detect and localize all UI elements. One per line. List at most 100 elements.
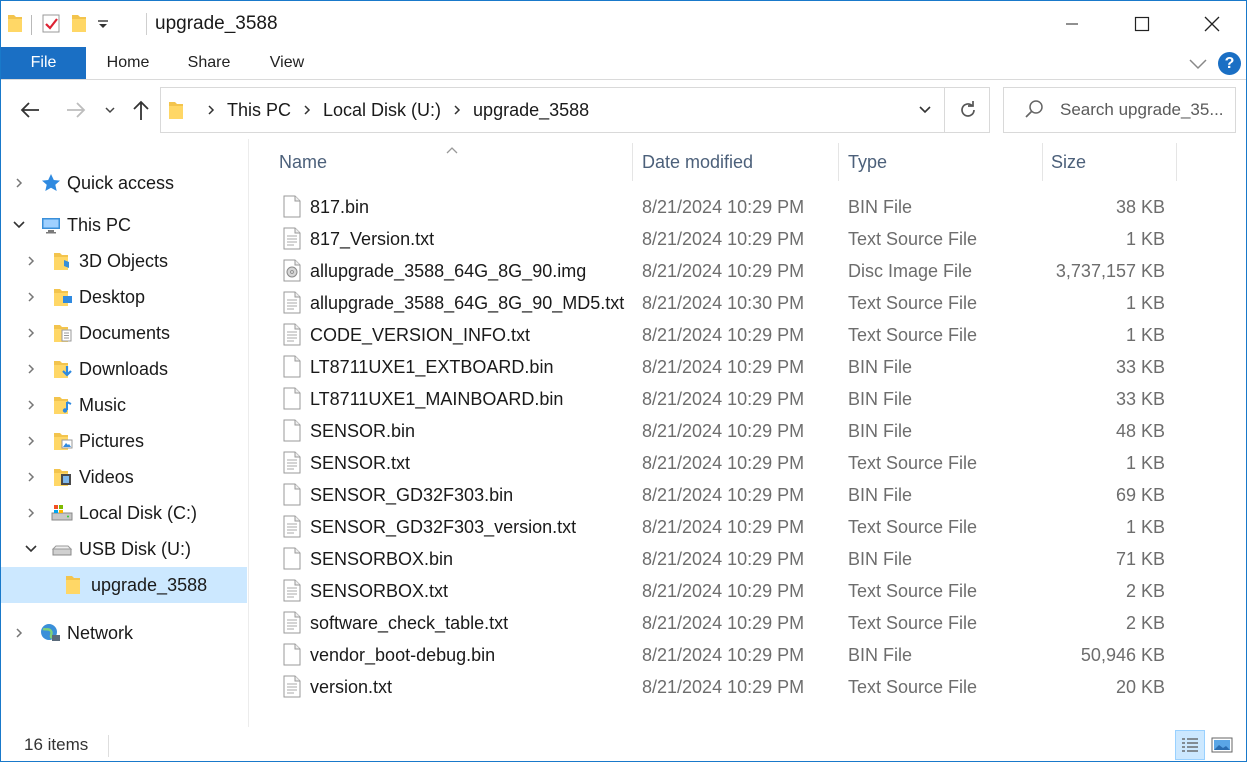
folder-documents-icon — [53, 323, 73, 343]
table-row[interactable]: SENSOR.txt 8/21/2024 10:29 PM Text Source … — [279, 447, 1189, 479]
file-size: 1 KB — [1125, 517, 1165, 537]
bin-file-icon — [283, 643, 301, 666]
toolbar-separator — [31, 15, 32, 35]
breadcrumb-this-pc[interactable]: This PC — [227, 100, 291, 121]
chevron-right-icon[interactable] — [24, 290, 38, 304]
file-size: 33 KB — [1115, 389, 1165, 409]
chevron-right-icon[interactable] — [24, 470, 38, 484]
chevron-right-icon[interactable] — [24, 254, 38, 268]
tab-file[interactable]: File — [1, 47, 86, 79]
expand-ribbon-icon[interactable] — [1188, 55, 1208, 76]
table-row[interactable]: SENSOR_GD32F303.bin 8/21/2024 10:29 PM BIN… — [279, 479, 1189, 511]
table-row[interactable]: allupgrade_3588_64G_8G_90_MD5.txt 8/21/20… — [279, 287, 1189, 319]
file-type: Text Source File — [848, 517, 978, 537]
chevron-right-icon[interactable] — [12, 626, 26, 640]
file-size: 1 KB — [1125, 293, 1165, 313]
address-bar[interactable]: This PC Local Disk (U:) upgrade_3588 — [160, 87, 990, 133]
chevron-right-icon[interactable] — [24, 434, 38, 448]
chevron-right-icon[interactable] — [453, 104, 461, 116]
column-header-date-modified[interactable]: Date modified — [642, 139, 838, 185]
table-row[interactable]: LT8711UXE1_EXTBOARD.bin 8/21/2024 10:29 P… — [279, 351, 1189, 383]
chevron-right-icon[interactable] — [24, 398, 38, 412]
column-header-size[interactable]: Size — [1051, 139, 1175, 185]
column-separator[interactable] — [838, 143, 839, 181]
folder-icon[interactable] — [7, 12, 23, 39]
sidebar-item-downloads[interactable]: Downloads — [1, 351, 247, 387]
sidebar-item-desktop[interactable]: Desktop — [1, 279, 247, 315]
tab-home[interactable]: Home — [93, 47, 163, 79]
refresh-button[interactable] — [944, 88, 990, 132]
table-row[interactable]: 817.bin 8/21/2024 10:29 PM BIN File 38 KB — [279, 191, 1189, 223]
large-icons-view-button[interactable] — [1207, 730, 1237, 760]
back-button[interactable] — [15, 95, 45, 125]
tab-view[interactable]: View — [255, 47, 319, 79]
table-row[interactable]: CODE_VERSION_INFO.txt 8/21/2024 10:29 PM T… — [279, 319, 1189, 351]
table-row[interactable]: version.txt 8/21/2024 10:29 PM Text Source… — [279, 671, 1189, 703]
chevron-right-icon[interactable] — [303, 104, 311, 116]
maximize-icon — [1134, 16, 1150, 32]
maximize-button[interactable] — [1107, 1, 1177, 47]
sidebar-item-videos[interactable]: Videos — [1, 459, 247, 495]
table-row[interactable]: SENSORBOX.bin 8/21/2024 10:29 PM BIN File 7… — [279, 543, 1189, 575]
up-button[interactable] — [126, 95, 156, 125]
table-row[interactable]: LT8711UXE1_MAINBOARD.bin 8/21/2024 10:29 … — [279, 383, 1189, 415]
sidebar-item-local-disk-c[interactable]: Local Disk (C:) — [1, 495, 247, 531]
sidebar-item-usb-disk[interactable]: USB Disk (U:) — [1, 531, 247, 567]
sidebar-item-documents[interactable]: Documents — [1, 315, 247, 351]
sidebar-item-upgrade-3588[interactable]: upgrade_3588 — [1, 567, 247, 603]
sidebar-item-label: Videos — [79, 466, 134, 487]
table-row[interactable]: vendor_boot-debug.bin 8/21/2024 10:29 PM B… — [279, 639, 1189, 671]
column-header-type[interactable]: Type — [848, 139, 1042, 185]
sidebar-item-label: Pictures — [79, 430, 145, 451]
sidebar-item-3d-objects[interactable]: 3D Objects — [1, 243, 247, 279]
chevron-right-icon[interactable] — [12, 176, 26, 190]
column-separator[interactable] — [632, 143, 633, 181]
sidebar-item-pictures[interactable]: Pictures — [1, 423, 247, 459]
folder-music-icon — [53, 395, 73, 415]
chevron-down-icon[interactable] — [24, 542, 38, 556]
file-type: Text Source File — [848, 613, 978, 633]
table-row[interactable]: 817_Version.txt 8/21/2024 10:29 PM Text So… — [279, 223, 1189, 255]
chevron-down-icon — [919, 106, 931, 114]
sidebar-item-this-pc[interactable]: This PC — [1, 207, 247, 243]
sidebar-item-quick-access[interactable]: Quick access — [1, 165, 247, 201]
sidebar-item-label: This PC — [67, 214, 132, 235]
arrow-up-icon — [133, 100, 149, 120]
tab-share[interactable]: Share — [173, 47, 245, 79]
table-row[interactable]: software_check_table.txt 8/21/2024 10:29 … — [279, 607, 1189, 639]
table-row[interactable]: SENSOR.bin 8/21/2024 10:29 PM BIN File 48 K… — [279, 415, 1189, 447]
file-type: BIN File — [848, 485, 913, 505]
address-history-button[interactable] — [907, 88, 943, 132]
refresh-icon — [960, 101, 975, 117]
chevron-down-icon — [105, 107, 115, 114]
sidebar-item-music[interactable]: Music — [1, 387, 247, 423]
new-folder-icon[interactable] — [70, 12, 88, 39]
help-button[interactable]: ? — [1218, 52, 1241, 75]
file-name: allupgrade_3588_64G_8G_90_MD5.txt — [310, 293, 625, 313]
search-input[interactable] — [1060, 88, 1232, 132]
chevron-right-icon[interactable] — [24, 362, 38, 376]
table-row[interactable]: SENSOR_GD32F303_version.txt 8/21/2024 10:… — [279, 511, 1189, 543]
properties-icon[interactable] — [40, 12, 62, 39]
sidebar-item-network[interactable]: Network — [1, 615, 247, 651]
recent-locations-button[interactable] — [96, 95, 124, 125]
breadcrumb-upgrade-folder[interactable]: upgrade_3588 — [473, 100, 589, 121]
details-view-button[interactable] — [1175, 730, 1205, 760]
table-row[interactable]: allupgrade_3588_64G_8G_90.img 8/21/2024 1… — [279, 255, 1189, 287]
customize-toolbar-icon[interactable] — [96, 12, 110, 39]
forward-button[interactable] — [61, 95, 91, 125]
chevron-right-icon[interactable] — [207, 104, 215, 116]
minimize-button[interactable] — [1037, 1, 1107, 47]
close-button[interactable] — [1177, 1, 1246, 47]
file-name: SENSORBOX.txt — [310, 581, 449, 601]
folder-desktop-icon — [53, 287, 73, 307]
chevron-right-icon[interactable] — [24, 506, 38, 520]
column-separator[interactable] — [1042, 143, 1043, 181]
chevron-down-icon[interactable] — [12, 218, 26, 232]
disc-image-icon — [283, 259, 301, 282]
chevron-right-icon[interactable] — [24, 326, 38, 340]
table-row[interactable]: SENSORBOX.txt 8/21/2024 10:29 PM Text Sour… — [279, 575, 1189, 607]
column-separator[interactable] — [1176, 143, 1177, 181]
breadcrumb-local-disk[interactable]: Local Disk (U:) — [323, 100, 441, 121]
column-header-name[interactable]: Name — [279, 139, 633, 185]
